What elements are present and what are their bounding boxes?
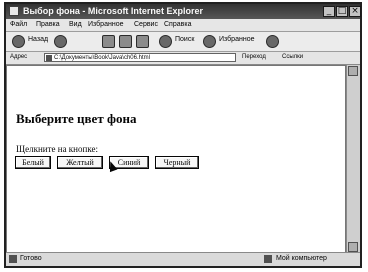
- refresh-icon[interactable]: [119, 35, 132, 48]
- status-text: Готово: [20, 255, 42, 262]
- window-title: Выбор фона - Microsoft Internet Explorer: [23, 6, 203, 16]
- back-icon[interactable]: [12, 35, 25, 48]
- minimize-button[interactable]: _: [323, 6, 335, 17]
- go-button[interactable]: Переход: [242, 54, 266, 60]
- page-icon: [46, 55, 52, 61]
- stop-icon[interactable]: [102, 35, 115, 48]
- address-bar: Адрес C:\Документы\Book\Java\ch06.html П…: [6, 52, 360, 65]
- media-icon[interactable]: [266, 35, 279, 48]
- status-bar: Готово Мой компьютер: [6, 252, 360, 266]
- menu-file[interactable]: Файл: [10, 19, 27, 31]
- app-icon: [9, 6, 19, 16]
- maximize-button[interactable]: □: [336, 6, 348, 17]
- search-icon[interactable]: [159, 35, 172, 48]
- title-bar: Выбор фона - Microsoft Internet Explorer…: [6, 4, 361, 19]
- address-url[interactable]: C:\Документы\Book\Java\ch06.html: [54, 55, 150, 61]
- menu-help[interactable]: Справка: [164, 19, 191, 31]
- scroll-up-icon[interactable]: [348, 66, 358, 76]
- page-content: Выберите цвет фона Щелкните на кнопке: Б…: [6, 65, 346, 253]
- address-input[interactable]: C:\Документы\Book\Java\ch06.html: [44, 53, 236, 62]
- search-label[interactable]: Поиск: [175, 36, 194, 43]
- toolbar: Назад Поиск Избранное: [6, 32, 360, 52]
- yellow-button[interactable]: Желтый: [57, 156, 103, 169]
- home-icon[interactable]: [136, 35, 149, 48]
- menu-view[interactable]: Вид: [69, 19, 82, 31]
- forward-icon[interactable]: [54, 35, 67, 48]
- zone-text: Мой компьютер: [276, 255, 327, 262]
- black-button[interactable]: Черный: [155, 156, 199, 169]
- menu-bar: Файл Правка Вид Избранное Сервис Справка: [6, 19, 360, 32]
- menu-edit[interactable]: Правка: [36, 19, 60, 31]
- address-label: Адрес: [10, 54, 28, 60]
- favorites-icon[interactable]: [203, 35, 216, 48]
- page-heading: Выберите цвет фона: [16, 111, 137, 126]
- menu-tools[interactable]: Сервис: [134, 19, 158, 31]
- white-button[interactable]: Белый: [15, 156, 51, 169]
- computer-zone-icon: [264, 255, 272, 263]
- links-label[interactable]: Ссылки: [282, 54, 303, 60]
- instruction-text: Щелкните на кнопке:: [16, 144, 98, 154]
- close-button[interactable]: ×: [349, 6, 361, 17]
- status-icon: [9, 255, 17, 263]
- scroll-down-icon[interactable]: [348, 242, 358, 252]
- menu-favorites[interactable]: Избранное: [88, 19, 123, 31]
- vertical-scrollbar[interactable]: [346, 65, 360, 253]
- favorites-label[interactable]: Избранное: [219, 36, 254, 43]
- browser-window: Выбор фона - Microsoft Internet Explorer…: [4, 2, 362, 268]
- back-label[interactable]: Назад: [28, 36, 48, 43]
